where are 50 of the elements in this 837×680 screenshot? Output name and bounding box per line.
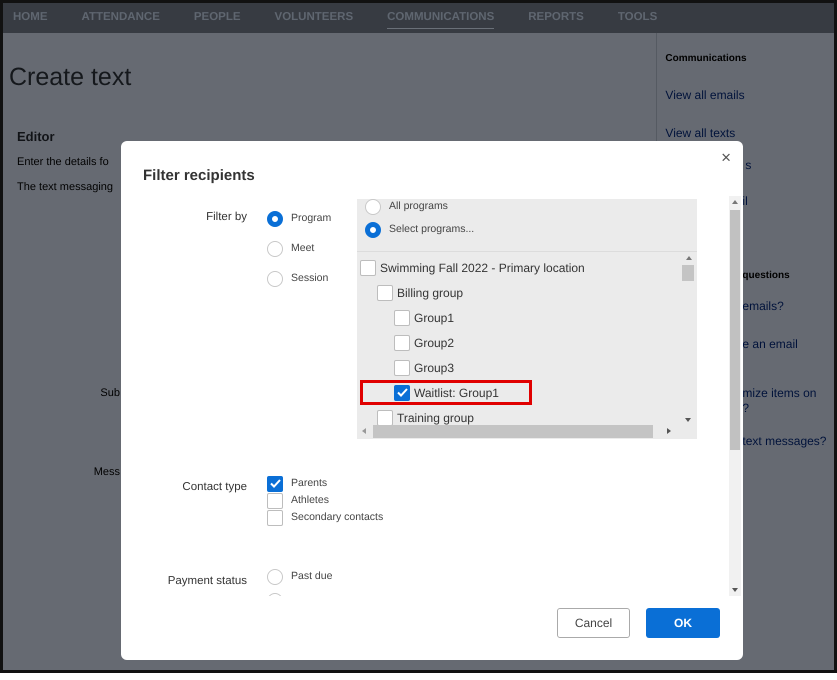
option-label: Parents <box>291 476 328 491</box>
option-label: Meet <box>291 241 314 256</box>
vertical-scrollbar[interactable] <box>729 196 741 596</box>
field-label: Contact type <box>181 480 248 495</box>
tree-item-label[interactable]: Waitlist: Group1 <box>414 384 499 402</box>
description-text: Enter the details fo <box>17 155 110 170</box>
section-heading: Editor <box>17 128 56 146</box>
dialog-title: Filter recipients <box>143 166 255 186</box>
tree-item-label[interactable]: Billing group <box>397 284 464 302</box>
checkbox[interactable] <box>394 334 410 350</box>
checkbox[interactable] <box>267 510 283 526</box>
sidebar-link[interactable]: View all emails <box>665 86 745 104</box>
option-label: Athletes <box>291 492 329 508</box>
description-text: The text messaging <box>17 180 114 194</box>
tree-item-label[interactable]: Group1 <box>414 308 454 326</box>
tree-item-label[interactable]: Group2 <box>414 334 454 352</box>
option-label: Secondary contacts <box>291 510 384 525</box>
field-label: Payment status <box>166 574 248 589</box>
radio-button[interactable] <box>267 569 283 585</box>
radio-button[interactable] <box>267 241 283 257</box>
checkbox[interactable] <box>394 360 410 376</box>
sidebar-heading: questions <box>741 269 791 283</box>
checkbox[interactable] <box>360 260 376 276</box>
sidebar-heading: Communications <box>665 52 748 66</box>
option-label: Select programs... <box>389 222 474 238</box>
radio-button[interactable] <box>267 211 283 227</box>
checkbox[interactable] <box>394 310 410 326</box>
field-label: Filter by <box>205 210 248 225</box>
checkbox[interactable] <box>377 284 393 300</box>
ok-button[interactable]: OK <box>646 608 720 638</box>
page-title: Create text <box>9 62 132 93</box>
field-label: Sub <box>99 386 120 401</box>
radio-button[interactable] <box>365 199 381 215</box>
radio-button[interactable] <box>267 271 283 287</box>
tree-item-label[interactable]: Training group <box>397 408 474 426</box>
option-label: All programs <box>389 199 448 214</box>
close-button[interactable]: × <box>719 149 733 166</box>
checkbox[interactable] <box>267 476 283 492</box>
sidebar-link[interactable]: View all texts <box>665 124 736 142</box>
option-label: Session <box>291 271 328 286</box>
option-label: Past due <box>291 569 332 584</box>
radio-button[interactable] <box>365 222 381 238</box>
cancel-button[interactable]: Cancel <box>557 608 630 638</box>
checkbox[interactable] <box>394 384 410 400</box>
tree-item-label[interactable]: Swimming Fall 2022 - Primary location <box>380 258 585 276</box>
checkbox[interactable] <box>267 492 283 508</box>
checkbox[interactable] <box>377 410 393 426</box>
tree-item-label[interactable]: Group3 <box>414 358 454 376</box>
field-label: Mess <box>92 464 120 480</box>
option-label: Program <box>291 211 332 226</box>
